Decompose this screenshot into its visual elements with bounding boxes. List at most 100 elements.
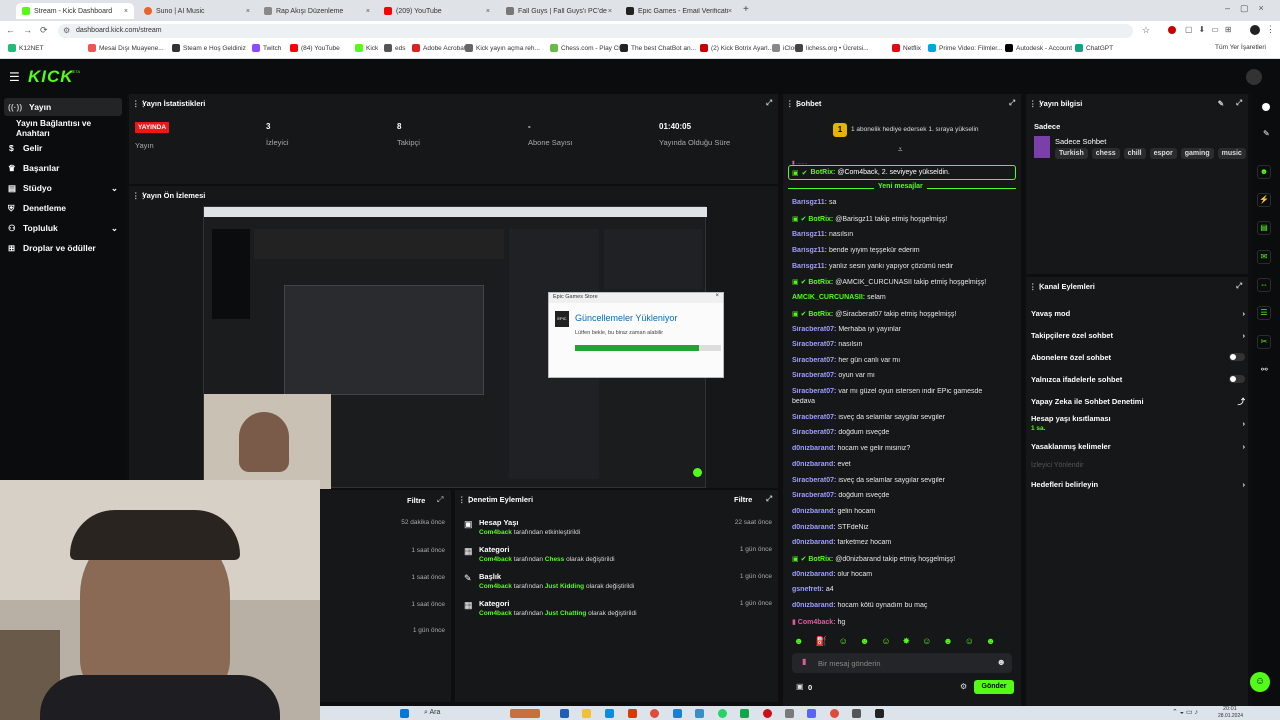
- chat-username[interactable]: gsnefreti:: [792, 586, 824, 593]
- browser-tab-youtube[interactable]: (209) YouTube ×: [378, 3, 496, 19]
- chevron-right-icon[interactable]: ›: [1243, 331, 1246, 340]
- tag[interactable]: Turkish: [1055, 148, 1088, 159]
- sidebar-item-basarilar[interactable]: ♛ Başarılar: [4, 159, 122, 177]
- info-icon[interactable]: [1262, 103, 1270, 111]
- taskbar-edge-icon[interactable]: [695, 709, 704, 718]
- drag-handle-icon[interactable]: ⋮⋮: [132, 99, 147, 108]
- mod-user[interactable]: Com4back: [479, 529, 512, 536]
- expand-icon[interactable]: ⤢: [1236, 98, 1242, 108]
- site-info-icon[interactable]: ⚙: [63, 26, 70, 35]
- chat-username[interactable]: d0nizbarand:: [792, 445, 836, 452]
- user-avatar[interactable]: [1246, 69, 1262, 85]
- mod-user[interactable]: Com4back: [479, 583, 512, 590]
- chat-username[interactable]: BotRix:: [808, 311, 833, 318]
- taskbar-app-icon[interactable]: [560, 709, 569, 718]
- expand-icon[interactable]: ⤢: [1236, 281, 1242, 291]
- taskbar-app-icon[interactable]: [852, 709, 861, 718]
- close-icon[interactable]: ×: [608, 8, 612, 15]
- bookmark-item[interactable]: Mesai Dışı Muayene...: [88, 44, 164, 52]
- action-banned-words[interactable]: Yasaklanmış kelimeler ›: [1031, 438, 1245, 454]
- bookmark-item[interactable]: lichess.org • Ücretsi...: [795, 44, 869, 52]
- browser-tab-epic[interactable]: Epic Games - Email Verification ×: [620, 3, 738, 19]
- profile-avatar[interactable]: [1250, 25, 1260, 35]
- bookmark-item[interactable]: (2) Kick Botrix Ayarl...: [700, 44, 773, 52]
- settings-gear-icon[interactable]: ⚙: [960, 682, 967, 691]
- sidebar-item-stream-key[interactable]: Yayın Bağlantısı ve Anahtarı: [4, 118, 122, 138]
- chat-username[interactable]: d0nizbarand:: [792, 571, 836, 578]
- close-icon[interactable]: ×: [124, 8, 128, 15]
- browser-tab-rap[interactable]: Rap Akışı Düzenleme ×: [258, 3, 376, 19]
- chevron-right-icon[interactable]: ›: [1243, 309, 1246, 318]
- taskbar-search[interactable]: ⌕ Ara: [424, 709, 440, 717]
- chat-username[interactable]: Com4back:: [798, 619, 836, 626]
- browser-tab-kick[interactable]: Stream - Kick Dashboard ×: [16, 3, 134, 19]
- toolbar-icons[interactable]: ▢⬇▭⊞: [1185, 25, 1238, 34]
- bookmark-item[interactable]: (84) YouTube: [290, 44, 340, 52]
- taskbar-outlook-icon[interactable]: [605, 709, 614, 718]
- rail-link-icon[interactable]: ⇔: [1257, 278, 1271, 292]
- chat-username[interactable]: d0nizbarand:: [792, 539, 836, 546]
- taskbar-obs-icon[interactable]: [875, 709, 884, 718]
- close-icon[interactable]: ×: [715, 293, 719, 299]
- toggle-switch[interactable]: [1229, 353, 1245, 361]
- all-bookmarks-link[interactable]: Tüm Yer İşaretleri: [1215, 44, 1266, 51]
- close-icon[interactable]: ×: [366, 8, 370, 15]
- chat-username[interactable]: Siracberat07:: [792, 492, 836, 499]
- tag[interactable]: music: [1217, 148, 1246, 159]
- drag-handle-icon[interactable]: ⋮⋮: [132, 191, 147, 200]
- edit-icon[interactable]: ✎: [1218, 99, 1224, 108]
- taskbar-widget-icon[interactable]: [510, 709, 540, 718]
- filter-button[interactable]: Filtre: [734, 495, 752, 504]
- bookmark-item[interactable]: Steam e Hoş Geldiniz: [172, 44, 246, 52]
- chat-username[interactable]: d0nizbarand:: [792, 524, 836, 531]
- action-ai-moderation[interactable]: Yapay Zeka ile Sohbet Denetimi ⤴: [1031, 393, 1245, 409]
- window-controls[interactable]: –▢×: [1225, 3, 1274, 14]
- filter-button[interactable]: Filtre: [407, 496, 425, 505]
- bookmark-item[interactable]: eds: [384, 44, 405, 52]
- emote-icons[interactable]: ☻⛽☺☻☺✸☺☻☺☻: [794, 636, 1007, 647]
- extension-icon[interactable]: [1168, 26, 1176, 34]
- tray-icons[interactable]: ⌃ ◒ ▭ ♪: [1172, 708, 1198, 716]
- hamburger-icon[interactable]: ☰: [9, 70, 20, 84]
- sidebar-item-yayin[interactable]: ((·)) Yayın: [4, 98, 122, 116]
- send-button[interactable]: Gönder: [974, 680, 1014, 694]
- chevron-right-icon[interactable]: ›: [1243, 480, 1246, 489]
- chat-username[interactable]: BotRix:: [811, 169, 836, 176]
- drag-handle-icon[interactable]: ⋮⋮: [458, 495, 473, 504]
- taskbar-xbox-icon[interactable]: [740, 709, 749, 718]
- taskbar-chrome-icon[interactable]: [830, 709, 839, 718]
- sidebar-item-gelir[interactable]: $ Gelir: [4, 139, 122, 157]
- chat-username[interactable]: Siracberat07:: [792, 372, 836, 379]
- browser-tab-suno[interactable]: Suno | AI Music ×: [138, 3, 256, 19]
- bookmark-item[interactable]: Chess.com - Play Ch...: [550, 44, 627, 52]
- rail-doc-icon[interactable]: ▤: [1257, 221, 1271, 235]
- bookmark-item[interactable]: Kick yayın açma reh...: [465, 44, 540, 52]
- chat-username[interactable]: BotRix:: [808, 216, 833, 223]
- tag[interactable]: gaming: [1180, 148, 1214, 159]
- action-slow-mode[interactable]: Yavaş mod ›: [1031, 305, 1245, 321]
- taskbar-explorer-icon[interactable]: [582, 709, 591, 718]
- taskbar-skype-icon[interactable]: [673, 709, 682, 718]
- bookmark-star-icon[interactable]: ☆: [1142, 25, 1150, 36]
- chat-username[interactable]: Barisgz11:: [792, 263, 827, 270]
- new-tab-icon[interactable]: +: [743, 4, 749, 15]
- expand-icon[interactable]: ⤢: [437, 495, 443, 505]
- bookmark-item[interactable]: Kick: [355, 44, 378, 52]
- bookmark-item[interactable]: Twitch: [252, 44, 281, 52]
- sidebar-item-studyo[interactable]: ▤ Stüdyo ⌄: [4, 179, 122, 197]
- taskbar-chrome-icon[interactable]: [650, 709, 659, 718]
- bookmark-item[interactable]: Autodesk - Account: [1005, 44, 1072, 52]
- wallet-icon[interactable]: ▣: [796, 682, 804, 691]
- sidebar-item-topluluk[interactable]: ⚇ Topluluk ⌄: [4, 219, 122, 237]
- tag[interactable]: espor: [1149, 148, 1177, 159]
- collapse-icon[interactable]: ⩡: [898, 145, 903, 155]
- chat-username[interactable]: Barisgz11:: [792, 231, 827, 238]
- nav-arrows-icon[interactable]: ←→⟳: [6, 25, 56, 36]
- chevron-right-icon[interactable]: ›: [1243, 419, 1246, 428]
- chat-username[interactable]: AMCIK_CURCUNASII:: [792, 294, 865, 301]
- close-icon[interactable]: ×: [246, 8, 250, 15]
- chat-username[interactable]: Barisgz11:: [792, 199, 827, 206]
- chat-username[interactable]: Siracberat07:: [792, 477, 836, 484]
- chat-input[interactable]: ▮ Bir mesaj gönderin ☻: [792, 653, 1012, 673]
- drag-handle-icon[interactable]: ⋮⋮: [1029, 282, 1044, 291]
